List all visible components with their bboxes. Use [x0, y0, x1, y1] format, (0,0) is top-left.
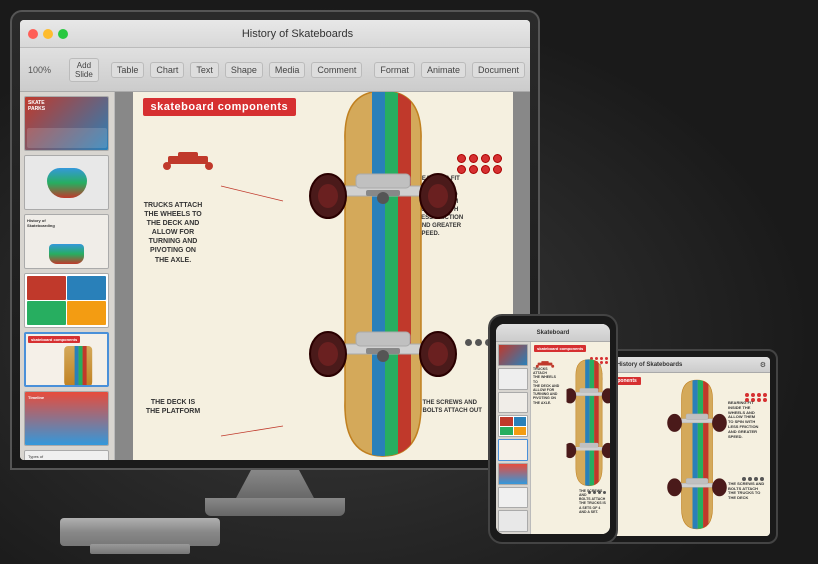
toolbar: 100% Add Slide Table Chart Text Shape Me… — [20, 48, 530, 92]
phone-screws-label: THE SCREWS ANDBOLTS ATTACHTHE TRUCKS ISA… — [579, 489, 609, 514]
monitor-base — [205, 498, 345, 516]
toolbar-format-btn[interactable]: Format — [374, 62, 415, 78]
toolbar-add-btn[interactable]: Add Slide — [69, 58, 99, 82]
tablet-bearing-dot — [757, 393, 761, 397]
deck-label: THE DECK ISTHE PLATFORM — [141, 398, 206, 416]
bearing-dot — [493, 154, 502, 163]
minimize-button[interactable] — [43, 29, 53, 39]
slide-thumbnail-4[interactable] — [24, 273, 109, 328]
mac-mini-foot — [90, 544, 190, 554]
tablet-bearings-label: BEARING FITINSIDE THEWHEELS ANDALLOW THE… — [728, 401, 768, 439]
phone-truck-icon — [534, 358, 556, 378]
window-title: History of Skateboards — [242, 28, 353, 40]
close-button[interactable] — [28, 29, 38, 39]
toolbar-comment-btn[interactable]: Comment — [311, 62, 362, 78]
slide-thumbnail-7[interactable]: Types ofSkateboards — [24, 450, 109, 460]
phone-thumb-7[interactable] — [498, 487, 528, 509]
main-content: SKATEPARKS H — [20, 92, 530, 460]
skateboard-image — [283, 92, 483, 460]
monitor: History of Skateboards 100% Add Slide Ta… — [10, 10, 540, 520]
trucks-label: TRUCKS ATTACHTHE WHEELS TOTHE DECK ANDAL… — [141, 201, 206, 265]
slide-thumbnail-6[interactable]: Timeline — [24, 391, 109, 446]
slide-thumbnail-3[interactable]: History ofSkateboarding — [24, 214, 109, 269]
tablet-board — [664, 378, 729, 533]
phone-device: Skateboard skateboard components — [488, 314, 618, 544]
truck-icon-area — [158, 144, 218, 189]
phone-thumb-6[interactable] — [498, 463, 528, 485]
toolbar-text-btn[interactable]: Text — [190, 62, 219, 78]
monitor-stand — [235, 470, 315, 500]
zoom-button[interactable] — [58, 29, 68, 39]
monitor-screen: History of Skateboards 100% Add Slide Ta… — [20, 20, 530, 460]
app-window: History of Skateboards 100% Add Slide Ta… — [20, 20, 530, 460]
title-bar: History of Skateboards — [20, 20, 530, 48]
slide-canvas-area[interactable]: skateboard components — [115, 92, 530, 460]
slide-title: skateboard components — [143, 98, 297, 116]
phone-thumb-2[interactable] — [498, 368, 528, 390]
tablet-bearing-dot — [751, 393, 755, 397]
toolbar-table-btn[interactable]: Table — [111, 62, 145, 78]
tablet-screws-label: THE SCREWS ANDBOLTS ATTACHTHE TRUCKS TOT… — [728, 482, 768, 501]
tablet-bearing-dot — [763, 393, 767, 397]
phone-thumb-5-active[interactable] — [498, 439, 528, 461]
toolbar-shape-btn[interactable]: Shape — [225, 62, 263, 78]
slide-thumbnail-2[interactable] — [24, 155, 109, 210]
phone-thumb-4[interactable] — [498, 415, 528, 437]
mac-mini-body — [60, 518, 220, 546]
tablet-bearing-dot — [745, 393, 749, 397]
phone-thumb-3[interactable] — [498, 392, 528, 414]
phone-topbar: Skateboard — [496, 324, 610, 342]
toolbar-document-btn[interactable]: Document — [472, 62, 525, 78]
toolbar-media-btn[interactable]: Media — [269, 62, 306, 78]
toolbar-animate-btn[interactable]: Animate — [421, 62, 466, 78]
bearing-dot — [493, 165, 502, 174]
slide-thumbnail-1[interactable]: SKATEPARKS — [24, 96, 109, 151]
phone-title: Skateboard — [500, 330, 606, 336]
slide-panel[interactable]: SKATEPARKS H — [20, 92, 115, 460]
phone-slide-panel[interactable] — [496, 342, 531, 534]
phone-board — [566, 346, 610, 501]
monitor-frame: History of Skateboards 100% Add Slide Ta… — [10, 10, 540, 470]
phone-thumb-8[interactable] — [498, 510, 528, 532]
slide-thumbnail-5[interactable]: skateboard components — [24, 332, 109, 387]
phone-thumb-1[interactable] — [498, 344, 528, 366]
phone-slide-title: skateboard components — [534, 345, 586, 352]
zoom-label: 100% — [28, 65, 51, 75]
phone-main-slide: skateboard components BEARING FITINSIDE … — [531, 342, 610, 534]
slide-main: skateboard components — [133, 92, 513, 460]
phone-content: skateboard components BEARING FITINSIDE … — [496, 342, 610, 534]
toolbar-chart-btn[interactable]: Chart — [150, 62, 184, 78]
phone-screen: Skateboard skateboard components — [496, 324, 610, 534]
